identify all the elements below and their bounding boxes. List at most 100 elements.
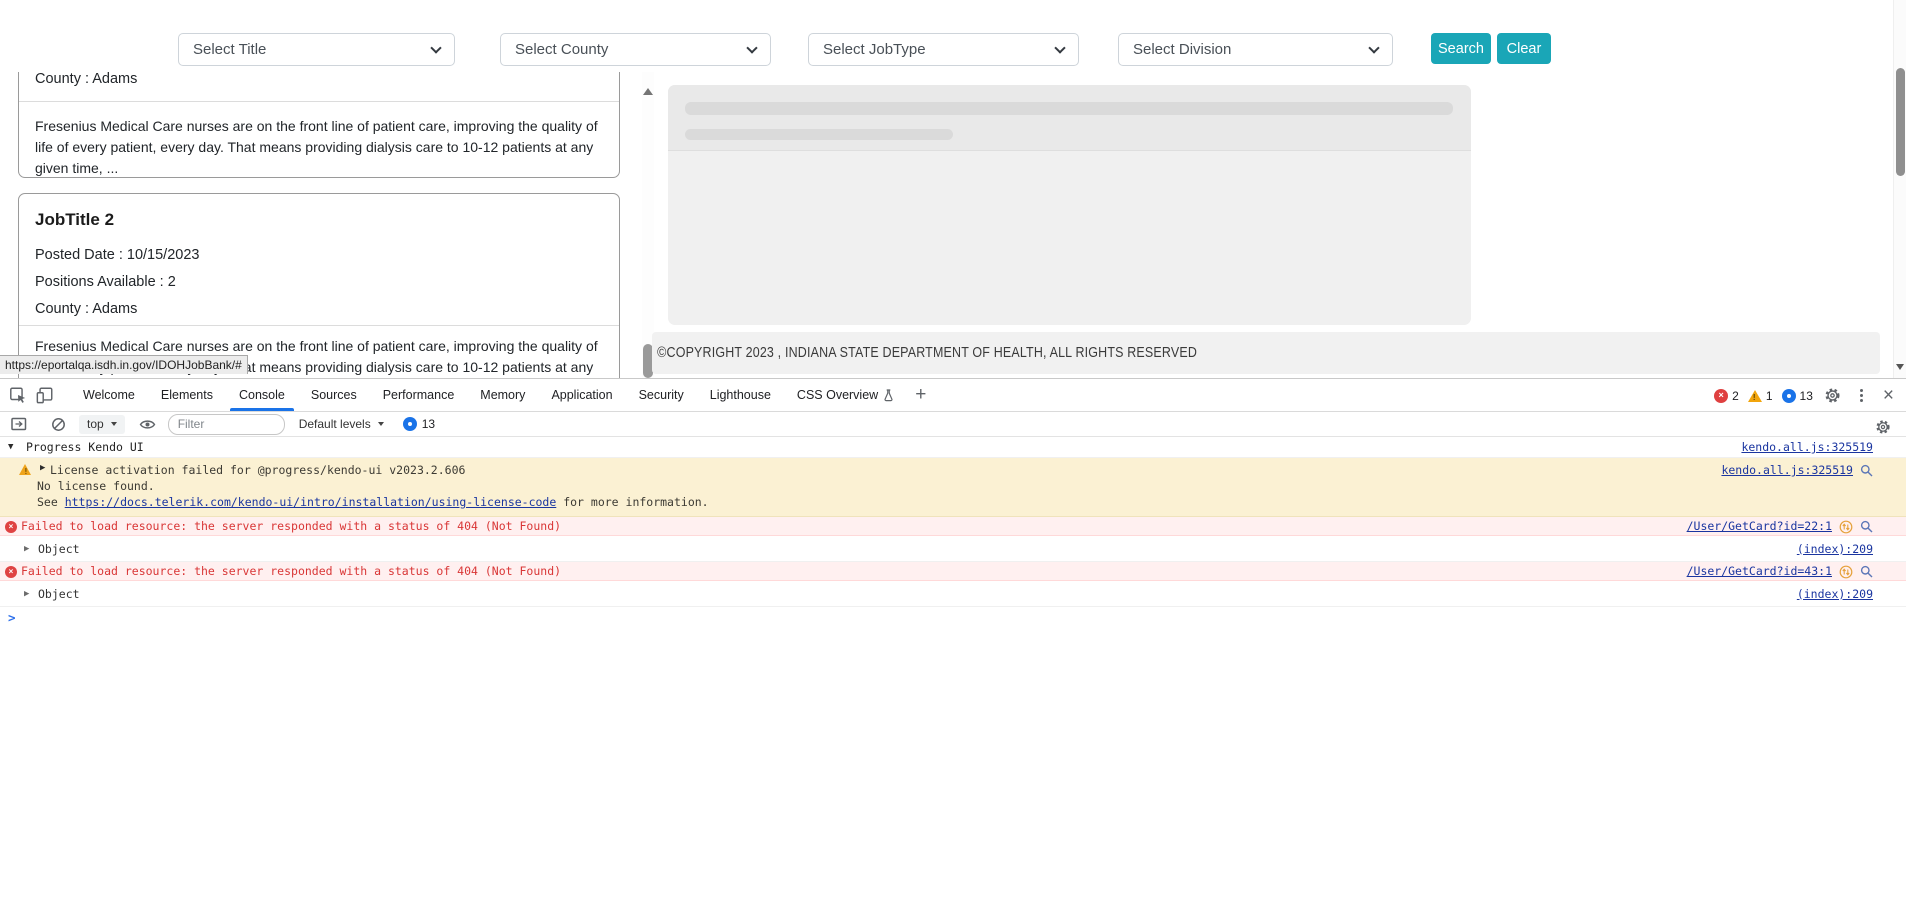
issues-count-badge[interactable]: 13 [1782, 389, 1813, 403]
chevron-down-icon [1054, 42, 1065, 53]
expand-triangle-icon[interactable]: ▶ [40, 463, 45, 473]
warning-count: 1 [1766, 389, 1773, 403]
tab-sources[interactable]: Sources [298, 379, 370, 411]
job-card[interactable]: JobTitle 2 Posted Date : 10/15/2023 Posi… [18, 193, 620, 378]
tab-security[interactable]: Security [626, 379, 697, 411]
select-title-dropdown[interactable]: Select Title [178, 33, 455, 66]
network-request-icon[interactable] [1839, 565, 1853, 579]
error-icon: × [1714, 389, 1728, 403]
context-value: top [87, 417, 104, 431]
console-sidebar-icon[interactable] [8, 413, 30, 435]
chevron-down-icon [746, 42, 757, 53]
screen: Select Title Select County Select JobTyp… [0, 0, 1906, 920]
toolbar-issues-counter[interactable]: 13 [403, 417, 435, 431]
tab-memory[interactable]: Memory [467, 379, 538, 411]
kebab-menu-icon[interactable] [1860, 394, 1863, 397]
card-divider [19, 325, 619, 326]
error-count-badge[interactable]: × 2 [1714, 389, 1739, 403]
close-devtools-icon[interactable]: × [1879, 386, 1898, 405]
magnifier-icon[interactable] [1860, 520, 1873, 533]
devtools-panel: Welcome Elements Console Sources Perform… [0, 378, 1906, 920]
copyright-bar: ©COPYRIGHT 2023 , INDIANA STATE DEPARTME… [652, 332, 1880, 374]
source-link[interactable]: kendo.all.js:325519 [1741, 437, 1873, 458]
devtools-status-icons: × 2 ! 1 13 × [1714, 379, 1898, 412]
log-levels-dropdown[interactable]: Default levels [299, 417, 384, 431]
tab-application[interactable]: Application [538, 379, 625, 411]
link-status-tooltip: https://eportalqa.isdh.in.gov/IDOHJobBan… [0, 355, 248, 374]
device-toolbar-icon[interactable] [34, 384, 56, 406]
console-prompt-row[interactable]: > [0, 607, 1906, 631]
job-list-scrollbar[interactable] [642, 72, 654, 378]
source-link[interactable]: (index):209 [1797, 536, 1873, 562]
tab-css-overview[interactable]: CSS Overview [784, 379, 907, 411]
skeleton-header [668, 85, 1471, 151]
expand-triangle-icon[interactable]: ▶ [24, 536, 29, 562]
console-object-row[interactable]: ▶ Object (index):209 [0, 581, 1906, 607]
tab-elements[interactable]: Elements [148, 379, 226, 411]
devtools-tab-bar: Welcome Elements Console Sources Perform… [0, 379, 1906, 412]
more-tabs-icon[interactable]: + [907, 384, 934, 406]
tab-welcome[interactable]: Welcome [70, 379, 148, 411]
request-link[interactable]: /User/GetCard?id=22:1 [1687, 517, 1832, 536]
source-link[interactable]: kendo.all.js:325519 [1721, 463, 1853, 477]
magnifier-icon[interactable] [1860, 464, 1873, 477]
job-county: County : Adams [35, 72, 603, 89]
console-filter-input[interactable] [168, 414, 285, 435]
live-expression-eye-icon[interactable] [137, 413, 159, 435]
warning-line2: No license found. [37, 478, 709, 494]
job-bank-page: Select Title Select County Select JobTyp… [0, 0, 1906, 378]
scroll-down-arrow-icon[interactable] [1896, 364, 1904, 370]
inspect-element-icon[interactable] [7, 384, 29, 406]
job-detail-skeleton-panel [668, 85, 1471, 325]
console-messages: ▼ Progress Kendo UI kendo.all.js:325519 … [0, 437, 1906, 631]
error-message: Failed to load resource: the server resp… [21, 517, 561, 536]
error-message: Failed to load resource: the server resp… [21, 562, 561, 581]
job-card-list: County : Adams Fresenius Medical Care nu… [18, 72, 624, 378]
console-settings-gear-icon[interactable] [1872, 416, 1894, 438]
network-request-icon[interactable] [1839, 520, 1853, 534]
console-error-row[interactable]: × Failed to load resource: the server re… [0, 517, 1906, 536]
warning-message: License activation failed for @progress/… [50, 462, 709, 510]
source-link[interactable]: (index):209 [1797, 581, 1873, 607]
console-warning-row[interactable]: ! ▶ License activation failed for @progr… [0, 458, 1906, 517]
console-object-row[interactable]: ▶ Object (index):209 [0, 536, 1906, 562]
expand-triangle-icon[interactable]: ▶ [24, 581, 29, 607]
select-county-dropdown[interactable]: Select County [500, 33, 771, 66]
select-jobtype-dropdown[interactable]: Select JobType [808, 33, 1079, 66]
chevron-down-icon [111, 422, 117, 426]
context-selector[interactable]: top [79, 415, 125, 434]
scroll-up-arrow-icon[interactable] [643, 88, 653, 95]
license-doc-link[interactable]: https://docs.telerik.com/kendo-ui/intro/… [65, 495, 557, 509]
tab-lighthouse[interactable]: Lighthouse [697, 379, 784, 411]
collapse-triangle-icon[interactable]: ▼ [8, 437, 13, 458]
warning-line1: License activation failed for @progress/… [50, 462, 709, 478]
issues-bubble-icon [1782, 389, 1796, 403]
warning-count-badge[interactable]: ! 1 [1748, 389, 1773, 403]
error-icon: × [5, 566, 17, 578]
select-division-dropdown[interactable]: Select Division [1118, 33, 1393, 66]
tab-performance[interactable]: Performance [370, 379, 468, 411]
job-card[interactable]: County : Adams Fresenius Medical Care nu… [18, 72, 620, 178]
warning-icon: ! [1748, 390, 1762, 402]
select-title-value: Select Title [193, 41, 266, 58]
console-group-row[interactable]: ▼ Progress Kendo UI kendo.all.js:325519 [0, 437, 1906, 458]
error-count: 2 [1732, 389, 1739, 403]
beaker-icon [883, 389, 894, 402]
job-description: Fresenius Medical Care nurses are on the… [35, 116, 603, 179]
console-error-row[interactable]: × Failed to load resource: the server re… [0, 562, 1906, 581]
clear-console-icon[interactable] [47, 413, 69, 435]
scrollbar-thumb[interactable] [1896, 68, 1905, 176]
tab-console[interactable]: Console [226, 379, 298, 411]
settings-gear-icon[interactable] [1822, 385, 1844, 407]
clear-button[interactable]: Clear [1497, 33, 1551, 64]
select-division-value: Select Division [1133, 41, 1231, 58]
magnifier-icon[interactable] [1860, 565, 1873, 578]
devtools-tabs: Welcome Elements Console Sources Perform… [70, 379, 907, 411]
object-label: Object [38, 536, 80, 562]
search-button[interactable]: Search [1431, 33, 1491, 64]
request-link[interactable]: /User/GetCard?id=43:1 [1687, 562, 1832, 581]
page-scrollbar[interactable] [1893, 0, 1906, 378]
log-levels-label: Default levels [299, 417, 371, 431]
skeleton-bar [685, 102, 1453, 115]
warning-line3: See https://docs.telerik.com/kendo-ui/in… [37, 494, 709, 510]
